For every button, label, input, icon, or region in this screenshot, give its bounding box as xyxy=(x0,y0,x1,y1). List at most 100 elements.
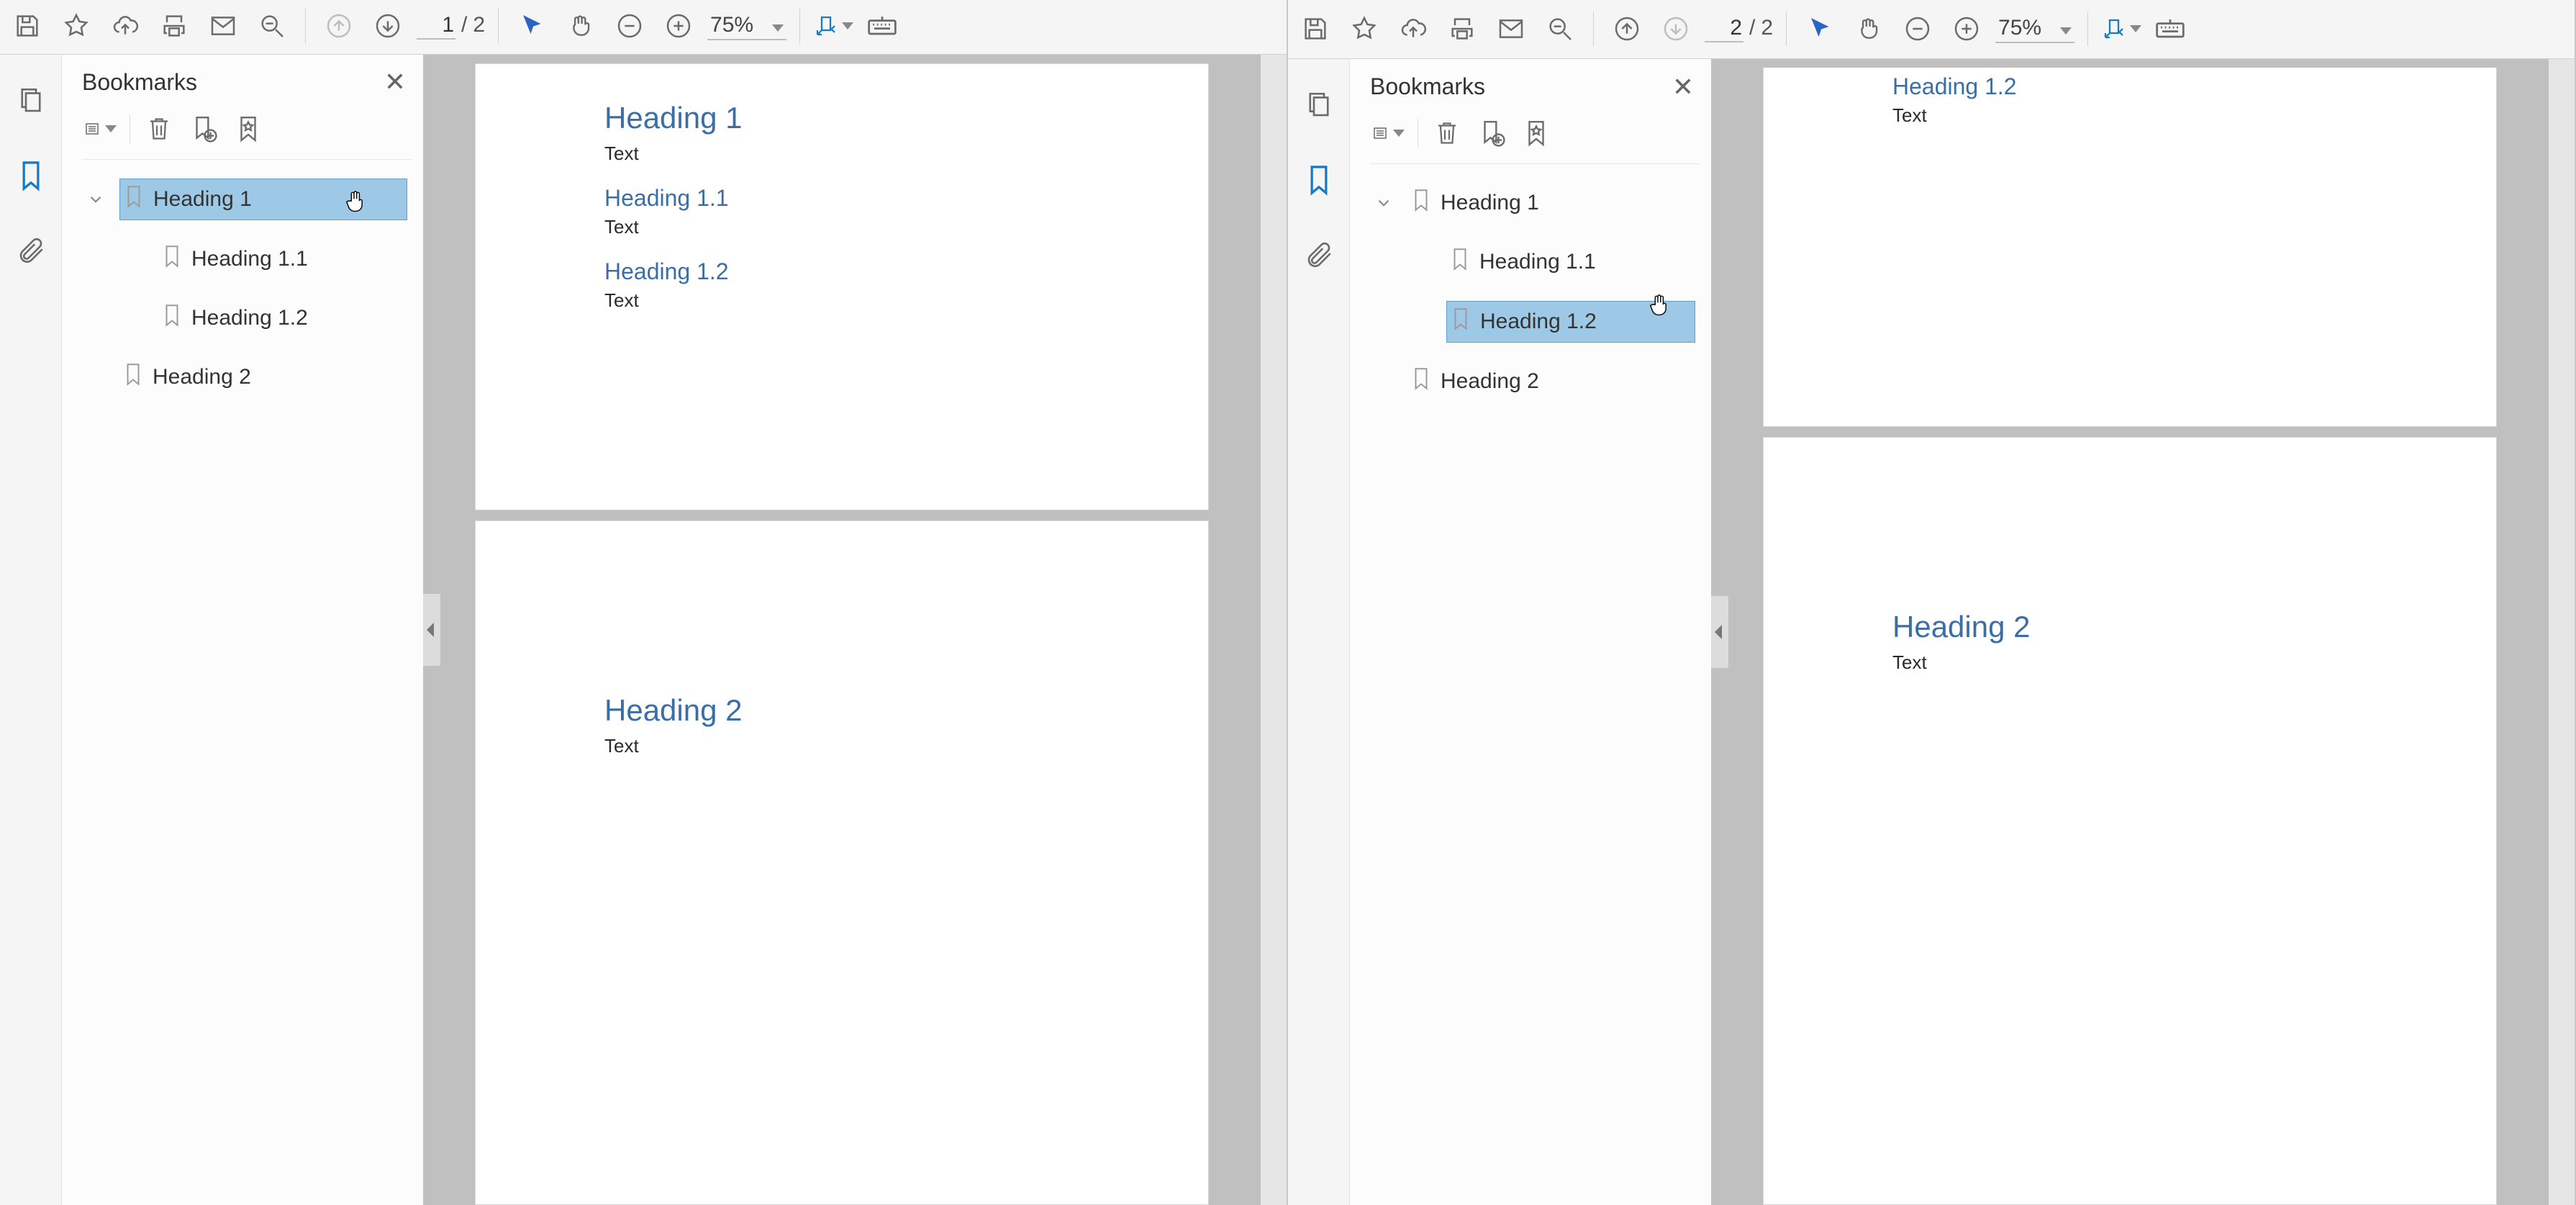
page-text: Text xyxy=(1892,651,2367,674)
options-icon[interactable] xyxy=(1373,117,1405,149)
pointer-tool-icon[interactable] xyxy=(512,6,552,46)
scrollbar[interactable] xyxy=(1261,55,1287,1205)
page-heading: Heading 1.2 xyxy=(1892,73,2367,100)
print-icon[interactable] xyxy=(1442,9,1482,49)
panel-toolbar xyxy=(1370,100,1700,164)
pointer-tool-icon[interactable] xyxy=(1800,9,1840,49)
page-1: Heading 1.2 Text xyxy=(1763,68,2497,427)
prev-page-icon xyxy=(319,6,359,46)
page-sep: / xyxy=(461,13,467,37)
zoom-in-icon[interactable] xyxy=(1946,9,1987,49)
star-icon[interactable] xyxy=(56,6,96,46)
bookmark-item[interactable]: Heading 1.2 xyxy=(1370,295,1700,348)
bookmark-item[interactable]: Heading 1.1 xyxy=(1370,236,1700,288)
cloud-upload-icon[interactable] xyxy=(1393,9,1433,49)
page-input[interactable]: 2 xyxy=(1705,15,1743,42)
attachments-icon[interactable] xyxy=(1299,235,1339,275)
search-icon[interactable] xyxy=(252,6,292,46)
pane-left: 1 / 2 75% Bookmarks ✕ xyxy=(0,0,1288,1205)
page-text: Text xyxy=(604,216,1079,238)
bookmark-label: Heading 1.1 xyxy=(1479,250,1690,274)
page-text: Text xyxy=(604,735,1079,757)
collapse-handle[interactable] xyxy=(423,594,440,666)
toolbar-separator xyxy=(498,9,499,43)
bookmarks-icon[interactable] xyxy=(1299,160,1339,200)
thumbnails-icon[interactable] xyxy=(11,81,51,121)
keyboard-icon[interactable] xyxy=(2150,9,2190,49)
toolbar-separator xyxy=(2087,12,2088,46)
bookmark-tree: Heading 1 Heading 1.1 Heading 1.2 Heading 2 xyxy=(82,173,412,410)
bookmarks-panel: Bookmarks ✕ Heading 1 Heading 1.1 Heading … xyxy=(1350,59,1711,1205)
add-bookmark-icon[interactable] xyxy=(1476,117,1507,149)
bookmarks-icon[interactable] xyxy=(11,155,51,196)
zoom-value: 75% xyxy=(710,13,753,37)
toolbar-separator xyxy=(1786,12,1787,46)
toolbar-separator xyxy=(799,9,800,43)
expand-toggle-icon[interactable] xyxy=(82,190,109,209)
bookmark-label: Heading 1.1 xyxy=(191,247,402,271)
zoom-select[interactable]: 75% xyxy=(1995,14,2074,43)
bookmark-icon xyxy=(122,361,144,393)
main-row: Bookmarks ✕ Heading 1Heading 1.1Heading … xyxy=(0,55,1287,1205)
add-bookmark-icon[interactable] xyxy=(188,113,219,145)
bookmark-label: Heading 2 xyxy=(1441,369,1690,394)
document-scroller[interactable]: Heading 1 Text Heading 1.1 Text Heading … xyxy=(423,63,1261,1205)
prev-page-icon[interactable] xyxy=(1607,9,1647,49)
chevron-down-icon xyxy=(2060,27,2072,35)
save-icon[interactable] xyxy=(1295,9,1335,49)
bookmark-icon xyxy=(1449,246,1471,278)
bookmark-item[interactable]: Heading 1.2 xyxy=(82,292,412,344)
page-input[interactable]: 1 xyxy=(417,12,455,40)
thumbnails-icon[interactable] xyxy=(1299,85,1339,125)
zoom-value: 75% xyxy=(1998,16,2041,40)
bookmark-star-icon[interactable] xyxy=(1520,117,1552,149)
hand-tool-icon[interactable] xyxy=(561,6,601,46)
fit-width-icon[interactable] xyxy=(2101,9,2141,49)
collapse-handle[interactable] xyxy=(1711,596,1728,668)
mail-icon[interactable] xyxy=(1491,9,1531,49)
bookmark-item[interactable]: Heading 1 xyxy=(82,173,412,226)
page-2: Heading 2 Text xyxy=(1763,437,2497,1205)
search-icon[interactable] xyxy=(1540,9,1580,49)
bookmark-item[interactable]: Heading 2 xyxy=(1370,356,1700,407)
document-scroller[interactable]: Heading 1.2 Text Heading 2 Text xyxy=(1711,68,2549,1205)
bookmark-item[interactable]: Heading 1 xyxy=(1370,177,1700,229)
expand-toggle-icon[interactable] xyxy=(1370,194,1397,212)
page-text: Text xyxy=(604,143,1079,165)
page-total: 2 xyxy=(1761,16,1773,40)
close-icon[interactable]: ✕ xyxy=(1672,74,1694,100)
panel-title: Bookmarks xyxy=(1370,73,1485,100)
bookmark-icon xyxy=(161,302,183,334)
bookmark-label: Heading 1 xyxy=(153,187,401,212)
print-icon[interactable] xyxy=(154,6,194,46)
next-page-icon[interactable] xyxy=(368,6,408,46)
zoom-select[interactable]: 75% xyxy=(707,12,786,40)
cloud-upload-icon[interactable] xyxy=(105,6,145,46)
close-icon[interactable]: ✕ xyxy=(384,69,406,95)
delete-icon[interactable] xyxy=(143,113,175,145)
zoom-out-icon[interactable] xyxy=(609,6,650,46)
zoom-out-icon[interactable] xyxy=(1897,9,1938,49)
panel-toolbar xyxy=(82,96,412,160)
page-heading: Heading 2 xyxy=(1892,610,2367,644)
page-heading: Heading 1.1 xyxy=(604,185,1079,212)
bookmark-label: Heading 2 xyxy=(153,365,402,389)
zoom-in-icon[interactable] xyxy=(658,6,699,46)
save-icon[interactable] xyxy=(7,6,47,46)
hand-tool-icon[interactable] xyxy=(1849,9,1889,49)
bookmark-item[interactable]: Heading 2 xyxy=(82,351,412,403)
options-icon[interactable] xyxy=(85,113,117,145)
next-page-icon xyxy=(1656,9,1696,49)
scrollbar[interactable] xyxy=(2549,59,2575,1205)
bookmark-star-icon[interactable] xyxy=(232,113,264,145)
delete-icon[interactable] xyxy=(1431,117,1463,149)
mail-icon[interactable] xyxy=(203,6,243,46)
fit-width-icon[interactable] xyxy=(813,6,853,46)
bookmark-item[interactable]: Heading 1.1 xyxy=(82,233,412,285)
keyboard-icon[interactable] xyxy=(862,6,902,46)
attachments-icon[interactable] xyxy=(11,230,51,271)
star-icon[interactable] xyxy=(1344,9,1384,49)
toolbar-separator xyxy=(1593,12,1594,46)
bookmark-label: Heading 1.2 xyxy=(1480,310,1689,334)
toolbar: 2 / 2 75% xyxy=(1288,0,2575,59)
